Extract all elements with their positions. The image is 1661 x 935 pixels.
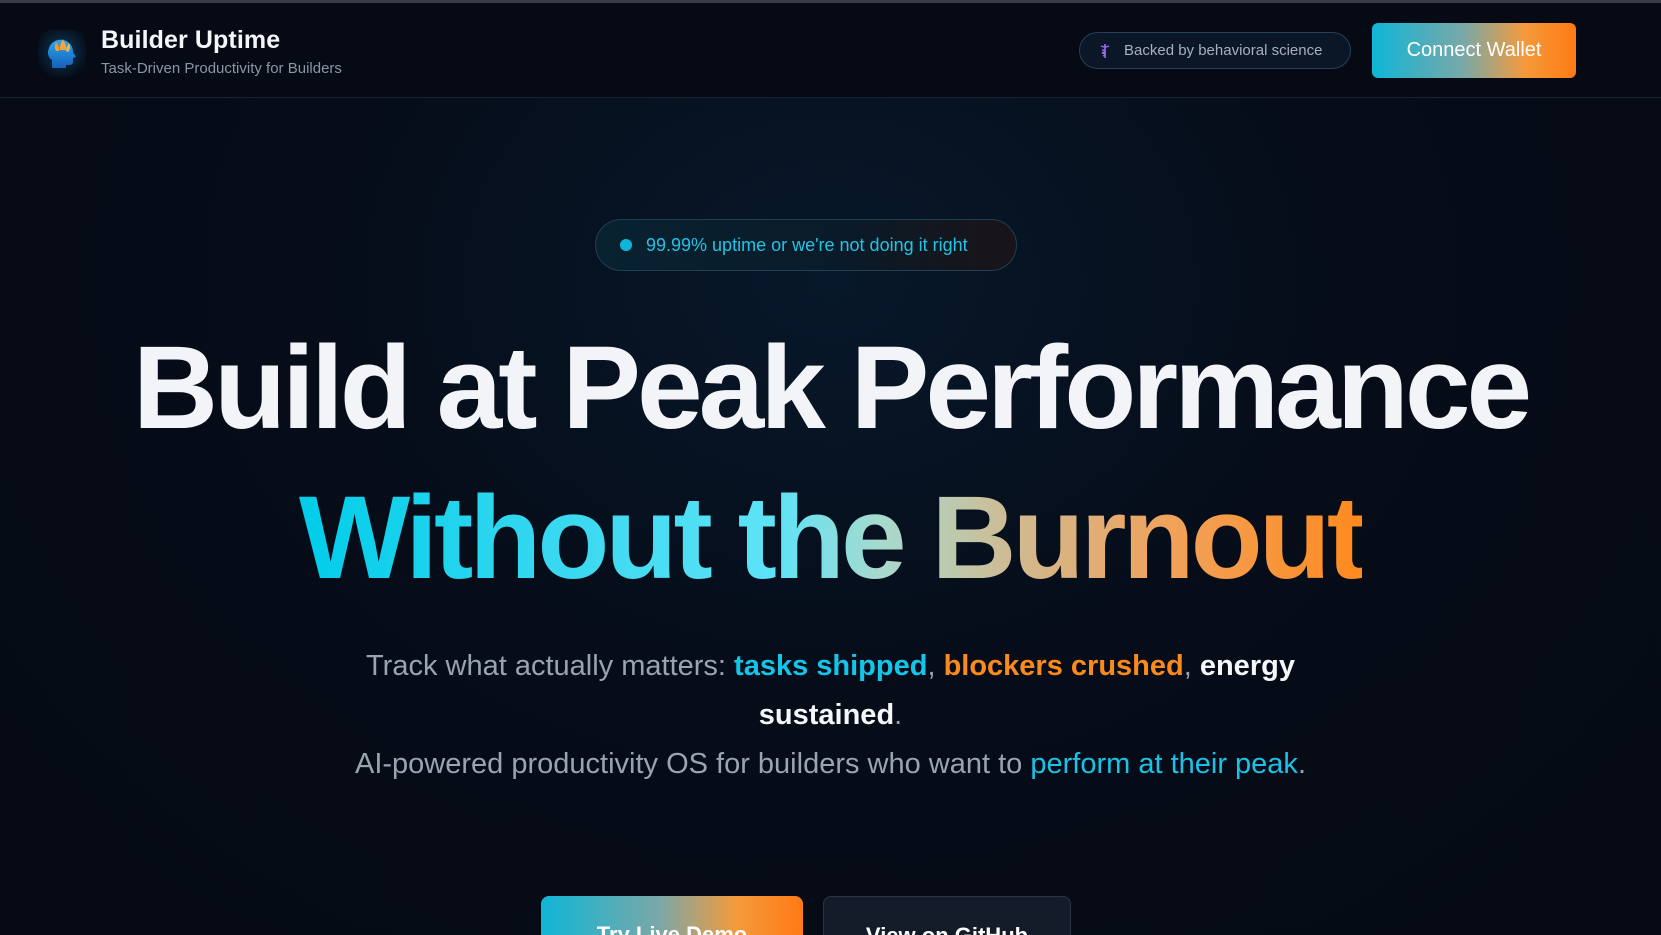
sub-tasks: tasks shipped xyxy=(734,650,928,682)
sub-comma-1: , xyxy=(927,650,944,682)
landing-page: Builder Uptime Task-Driven Productivity … xyxy=(0,0,1661,935)
sub-blockers: blockers crushed xyxy=(943,650,1184,682)
science-badge-label: Backed by behavioral science xyxy=(1124,42,1323,59)
sub-peak: perform at their peak xyxy=(1030,748,1298,780)
science-badge: Backed by behavioral science xyxy=(1079,32,1351,69)
hero-description: Track what actually matters: tasks shipp… xyxy=(300,642,1361,789)
connect-wallet-button[interactable]: Connect Wallet xyxy=(1372,23,1576,78)
caduceus-icon xyxy=(1096,42,1114,60)
site-header: Builder Uptime Task-Driven Productivity … xyxy=(0,3,1661,98)
try-live-demo-button[interactable]: Try Live Demo xyxy=(541,896,803,935)
headline-gradient: Without the Burnout xyxy=(0,468,1661,608)
sub-period-1: . xyxy=(894,699,903,731)
headline-primary: Build at Peak Performance xyxy=(132,322,1532,454)
brain-head-icon[interactable] xyxy=(38,30,86,78)
status-dot-icon xyxy=(620,239,632,251)
uptime-pill: 99.99% uptime or we're not doing it righ… xyxy=(595,219,1017,271)
sub-line2-intro: AI-powered productivity OS for builders … xyxy=(354,748,1031,780)
headline-gradient-text: Without the Burnout xyxy=(298,472,1366,604)
sub-comma-2: , xyxy=(1183,650,1200,682)
sub-period-2: . xyxy=(1297,748,1306,780)
brand-title: Builder Uptime xyxy=(101,26,281,54)
brand-subtitle: Task-Driven Productivity for Builders xyxy=(101,60,342,77)
uptime-pill-text: 99.99% uptime or we're not doing it righ… xyxy=(646,234,968,255)
sub-intro: Track what actually matters: xyxy=(366,650,735,682)
view-on-github-button[interactable]: View on GitHub xyxy=(823,896,1071,935)
sub-line-2: AI-powered productivity OS for builders … xyxy=(300,740,1361,789)
